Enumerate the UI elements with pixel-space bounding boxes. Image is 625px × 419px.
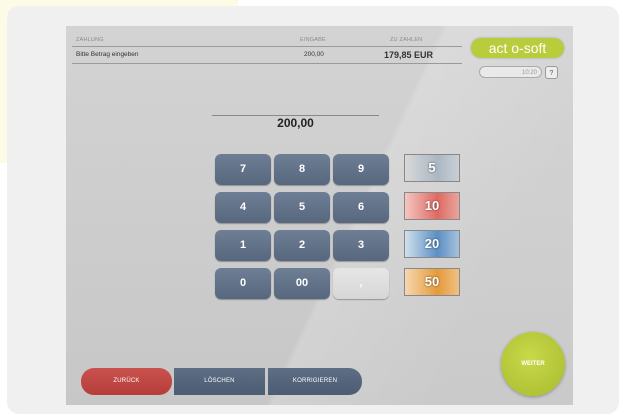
key-8[interactable]: 8	[274, 154, 330, 185]
next-button[interactable]: WEITER	[501, 332, 565, 396]
input-amount: 200,00	[304, 51, 324, 58]
correct-button[interactable]: KORRIGIEREN	[268, 368, 362, 395]
key-7[interactable]: 7	[215, 154, 271, 185]
key-00[interactable]: 00	[274, 268, 330, 299]
banknote-10-button[interactable]: 10	[404, 192, 460, 220]
key-decimal[interactable]: ,	[333, 268, 389, 299]
key-0[interactable]: 0	[215, 268, 271, 299]
header-payment: ZAHLUNG	[76, 37, 104, 43]
amount-due: 179,85 EUR	[384, 50, 434, 60]
banknote-20-button[interactable]: 20	[404, 230, 460, 258]
key-6[interactable]: 6	[333, 192, 389, 223]
header-input: EINGABE	[300, 37, 326, 43]
payment-prompt: Bitte Betrag eingeben	[76, 51, 139, 58]
banknote-5-button[interactable]: 5	[404, 154, 460, 182]
back-button[interactable]: ZURÜCK	[81, 368, 172, 395]
brand-logo: act o-soft	[471, 38, 564, 58]
amount-display: 200,00	[277, 116, 314, 130]
help-button[interactable]: ?	[545, 66, 558, 79]
clock-display: 10:20	[479, 66, 542, 78]
banknote-50-button[interactable]: 50	[404, 268, 460, 296]
key-1[interactable]: 1	[215, 230, 271, 261]
header-divider	[72, 46, 462, 47]
pos-screen: ZAHLUNG EINGABE ZU ZAHLEN Bitte Betrag e…	[66, 26, 573, 405]
row-divider	[72, 63, 462, 64]
key-5[interactable]: 5	[274, 192, 330, 223]
header-due: ZU ZAHLEN	[390, 37, 423, 43]
delete-button[interactable]: LÖSCHEN	[174, 368, 265, 395]
key-9[interactable]: 9	[333, 154, 389, 185]
key-2[interactable]: 2	[274, 230, 330, 261]
key-4[interactable]: 4	[215, 192, 271, 223]
key-3[interactable]: 3	[333, 230, 389, 261]
